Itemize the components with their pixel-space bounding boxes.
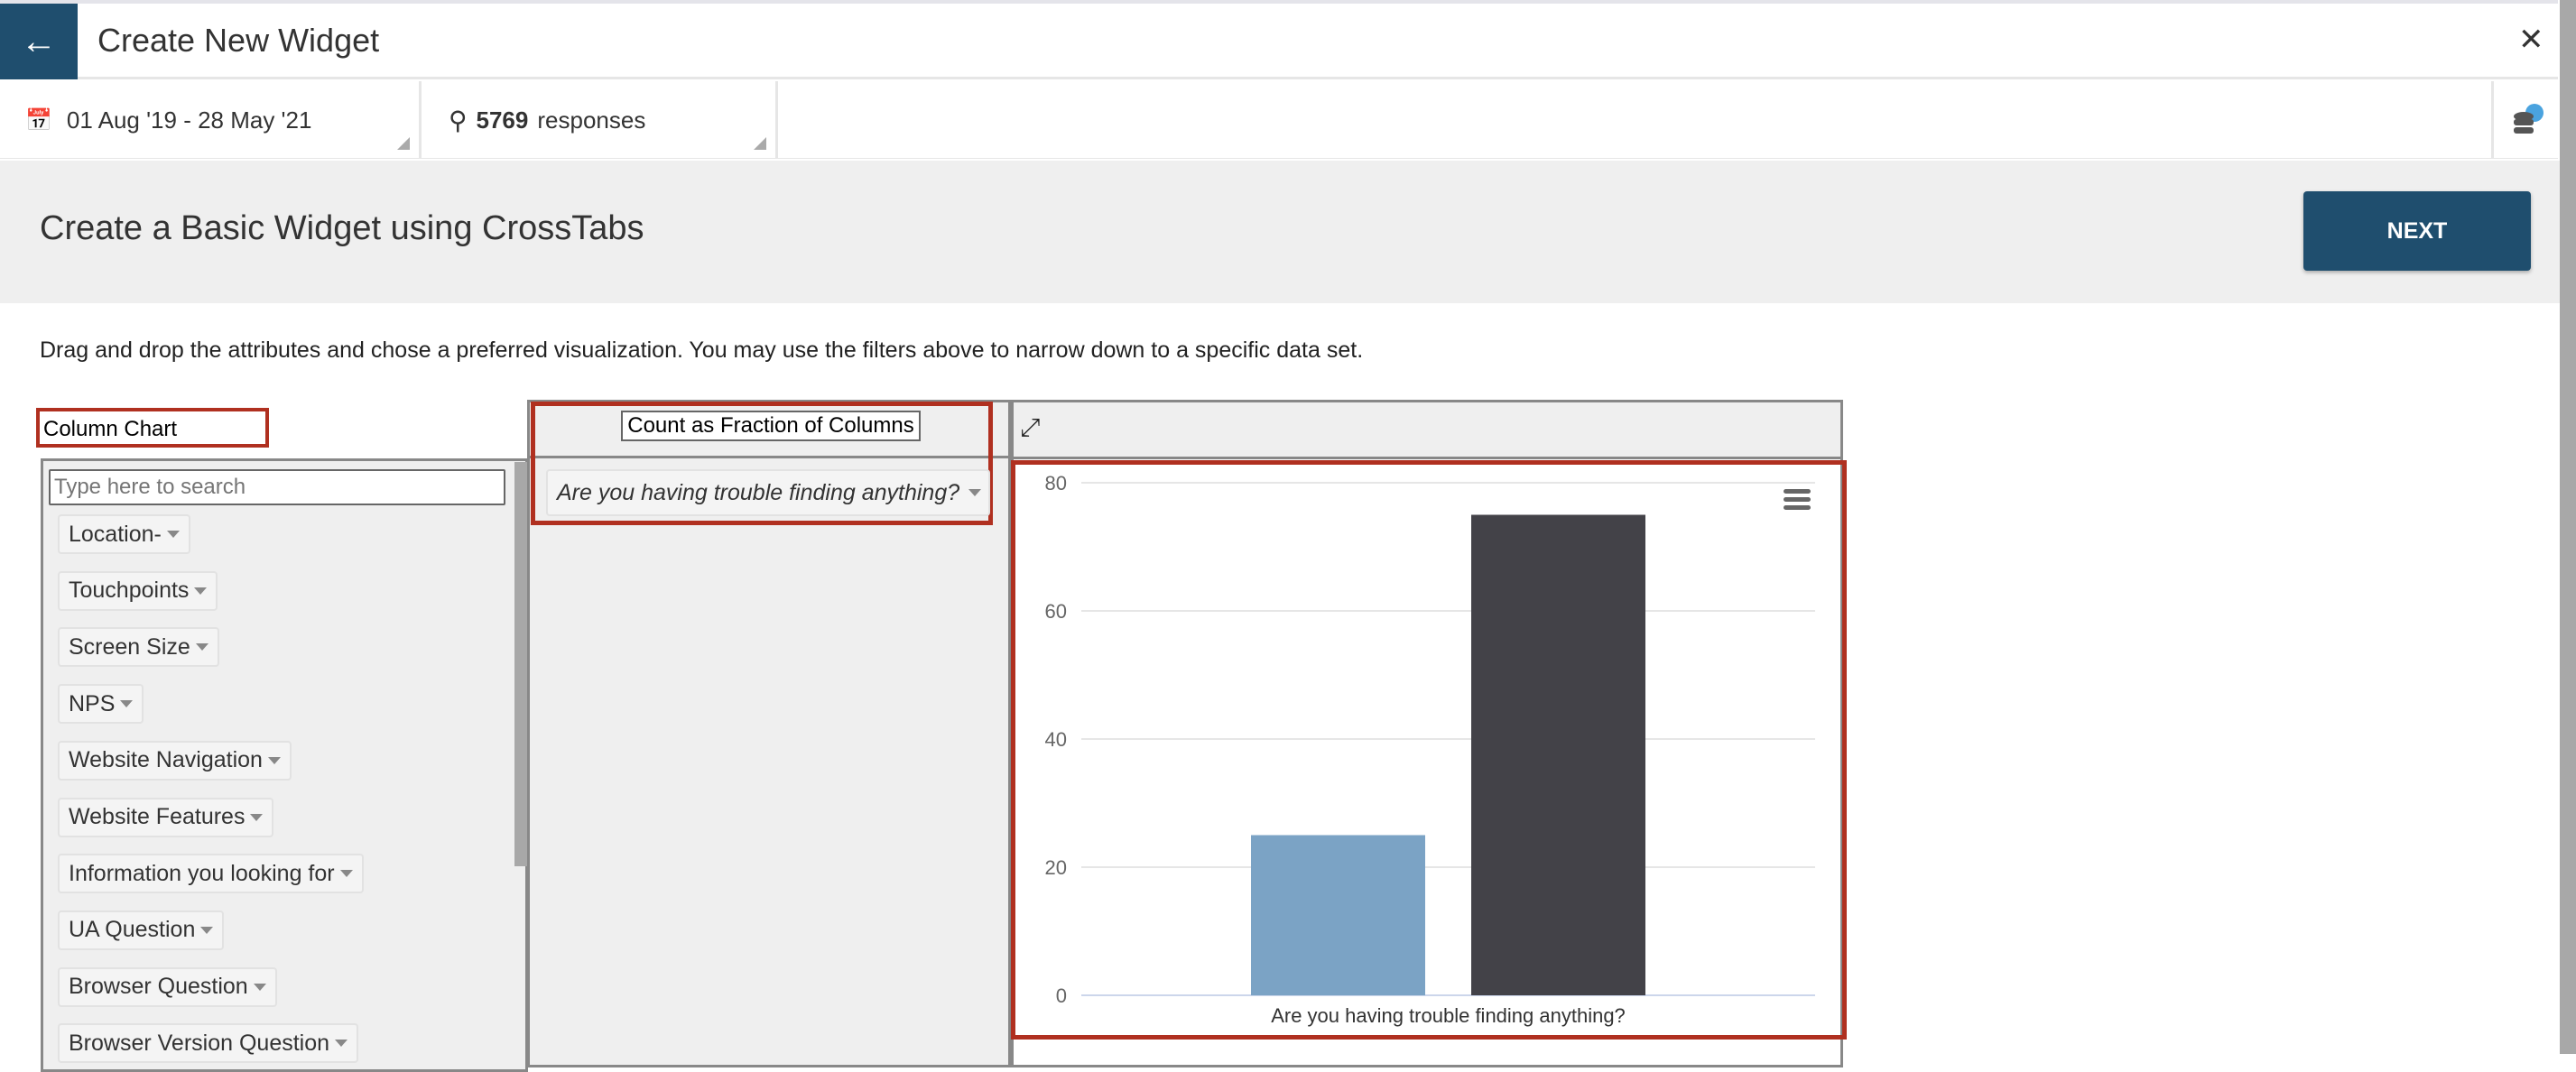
close-icon: ✕ <box>2518 23 2544 57</box>
attribute-chip[interactable]: Information you looking for <box>58 854 364 894</box>
attribute-label: Information you looking for <box>69 860 335 886</box>
attribute-label: Website Navigation <box>69 747 263 773</box>
top-bar <box>0 0 2558 79</box>
chart-panel-header <box>1011 400 1843 459</box>
attribute-label: Website Features <box>69 804 246 829</box>
attribute-search-input[interactable] <box>49 469 505 505</box>
attribute-label: Browser Question <box>69 974 248 1000</box>
database-globe-icon <box>2513 104 2544 134</box>
back-button[interactable]: ← <box>0 4 78 79</box>
caret-down-icon <box>250 813 264 821</box>
attribute-chip[interactable]: UA Question <box>58 910 225 950</box>
caret-down-icon <box>339 870 353 878</box>
attribute-chip[interactable]: Location- <box>58 514 190 554</box>
responses-count: 5769 <box>476 106 529 134</box>
caret-down-icon <box>253 983 266 991</box>
caret-down-icon <box>335 1040 348 1048</box>
caret-down-icon <box>195 643 208 652</box>
instructions-text: Drag and drop the attributes and chose a… <box>40 337 1364 363</box>
next-button[interactable]: NEXT <box>2303 191 2531 271</box>
attribute-chip[interactable]: Touchpoints <box>58 570 218 611</box>
column-attribute-label: Are you having trouble finding anything? <box>557 479 960 505</box>
visualization-select[interactable]: Column Chart <box>36 408 269 448</box>
attribute-label: Browser Version Question <box>69 1030 330 1056</box>
caret-down-icon <box>166 531 180 538</box>
date-range-label: 01 Aug '19 - 28 May '21 <box>66 106 312 134</box>
attribute-chip[interactable]: Browser Version Question <box>58 1023 359 1064</box>
data-source-button[interactable] <box>2491 81 2560 159</box>
date-range-filter[interactable]: 📅 01 Aug '19 - 28 May '21 <box>0 81 422 159</box>
expand-icon[interactable]: ⤢ <box>1020 413 1040 443</box>
attribute-chip[interactable]: Screen Size <box>58 627 219 668</box>
resize-corner-icon <box>754 137 766 150</box>
attribute-chip[interactable]: Browser Question <box>58 966 277 1007</box>
calendar-icon: 📅 <box>25 107 52 133</box>
responses-filter[interactable]: ⚲ 5769 responses <box>422 81 778 159</box>
chart-menu-icon[interactable] <box>1784 489 1811 513</box>
column-attribute-chip[interactable]: Are you having trouble finding anything? <box>546 469 990 516</box>
close-button[interactable]: ✕ <box>2518 22 2544 58</box>
window-title: Create New Widget <box>97 22 380 59</box>
caret-down-icon <box>968 489 982 496</box>
page-scrollbar[interactable] <box>2560 0 2576 1054</box>
page-title: Create a Basic Widget using CrossTabs <box>40 209 644 247</box>
filter-add-icon: ⚲ <box>449 106 468 134</box>
attribute-label: Location- <box>69 521 162 547</box>
caret-down-icon <box>267 756 281 764</box>
attribute-label: Touchpoints <box>69 578 190 604</box>
resize-corner-icon <box>397 137 410 150</box>
caret-down-icon <box>194 587 208 595</box>
attribute-chip[interactable]: Website Features <box>58 797 274 837</box>
caret-down-icon <box>120 700 134 708</box>
attribute-label: NPS <box>69 690 116 716</box>
attribute-label: UA Question <box>69 917 196 943</box>
caret-down-icon <box>200 926 214 934</box>
attribute-chip[interactable]: NPS <box>58 684 144 725</box>
responses-label: responses <box>537 106 646 134</box>
attribute-label: Screen Size <box>69 633 190 660</box>
chart-highlight <box>1011 460 1847 1040</box>
attribute-panel-scrollbar[interactable] <box>514 462 527 866</box>
arrow-left-icon: ← <box>21 21 57 61</box>
attribute-chip[interactable]: Website Navigation <box>58 740 292 781</box>
